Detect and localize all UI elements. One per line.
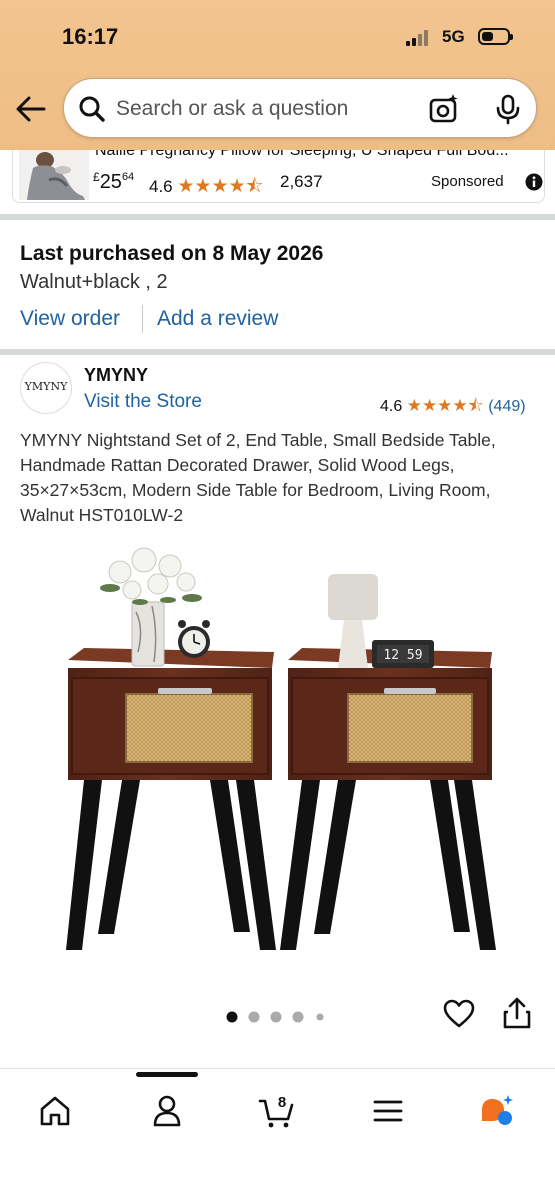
- sponsored-review-count: 2,637: [280, 172, 323, 191]
- product-rating-value: 4.6: [380, 398, 403, 415]
- product-title: YMYNY Nightstand Set of 2, End Table, Sm…: [20, 430, 496, 525]
- pagination-dot[interactable]: [270, 1011, 282, 1023]
- brand-logo[interactable]: YMYNY: [20, 362, 72, 414]
- sponsored-product-image: [19, 150, 89, 200]
- bottom-navigation: [0, 1068, 555, 1201]
- tab-indicator: [136, 1072, 198, 1077]
- product-rating[interactable]: 4.6 ★★★★⯪ (449): [380, 393, 526, 422]
- left-nightstand: [66, 547, 276, 950]
- search-icon: [79, 96, 105, 122]
- home-icon[interactable]: [37, 1093, 73, 1129]
- camera-icon[interactable]: [428, 93, 460, 125]
- battery-icon: [478, 28, 513, 45]
- price-fraction: 64: [121, 171, 135, 183]
- price-whole: 25: [99, 171, 122, 193]
- product-review-count[interactable]: (449): [488, 398, 525, 415]
- sponsored-label: Sponsored: [431, 173, 504, 190]
- back-arrow-icon[interactable]: [14, 92, 48, 126]
- price-currency: £: [93, 170, 100, 184]
- pagination-dot[interactable]: [248, 1011, 260, 1023]
- cart-count-badge: 8: [277, 1094, 287, 1111]
- last-purchased-variant: Walnut+black , 2: [20, 271, 168, 293]
- heart-icon[interactable]: [443, 998, 475, 1030]
- link-separator: [142, 305, 143, 333]
- star-rating-icon: ★★★★⯪: [177, 176, 264, 197]
- account-icon[interactable]: [149, 1093, 185, 1129]
- pagination-dot[interactable]: [292, 1011, 304, 1023]
- sponsored-rating-value: 4.6: [149, 177, 173, 196]
- add-review-link[interactable]: Add a review: [157, 307, 278, 331]
- section-divider: [0, 349, 555, 355]
- mic-icon[interactable]: [492, 93, 524, 125]
- clock-display: 12 59: [383, 648, 422, 663]
- visit-store-link[interactable]: Visit the Store: [84, 391, 202, 413]
- image-pagination[interactable]: [222, 1009, 332, 1025]
- product-image[interactable]: 12 59: [40, 532, 520, 972]
- search-placeholder: Search or ask a question: [116, 97, 349, 120]
- menu-icon[interactable]: [370, 1093, 406, 1129]
- last-purchased-title: Last purchased on 8 May 2026: [20, 242, 324, 265]
- network-label: 5G: [442, 27, 465, 46]
- sponsored-rating: 4.6 ★★★★⯪: [149, 172, 264, 202]
- brand-name: YMYNY: [84, 365, 149, 385]
- star-rating-icon: ★★★★⯪: [406, 396, 484, 415]
- view-order-link[interactable]: View order: [20, 307, 120, 331]
- right-nightstand: 12 59: [280, 574, 496, 950]
- sponsored-product-card[interactable]: Nalile Pregnancy Pillow for Sleeping, U …: [12, 150, 545, 203]
- rufus-icon[interactable]: [478, 1093, 514, 1129]
- sponsored-product-price: £2564: [93, 170, 134, 194]
- pagination-dot[interactable]: [226, 1011, 238, 1023]
- header: 16:17 5G Search or ask a question: [0, 0, 555, 150]
- brand-logo-text: YMYNY: [24, 380, 68, 393]
- section-divider: [0, 214, 555, 220]
- search-input[interactable]: Search or ask a question: [63, 78, 537, 138]
- info-icon[interactable]: [525, 173, 543, 191]
- status-time: 16:17: [62, 24, 119, 49]
- share-icon[interactable]: [502, 996, 532, 1030]
- pagination-dot[interactable]: [316, 1013, 324, 1021]
- sponsored-product-title[interactable]: Nalile Pregnancy Pillow for Sleeping, U …: [95, 150, 509, 160]
- signal-icon: [406, 30, 434, 46]
